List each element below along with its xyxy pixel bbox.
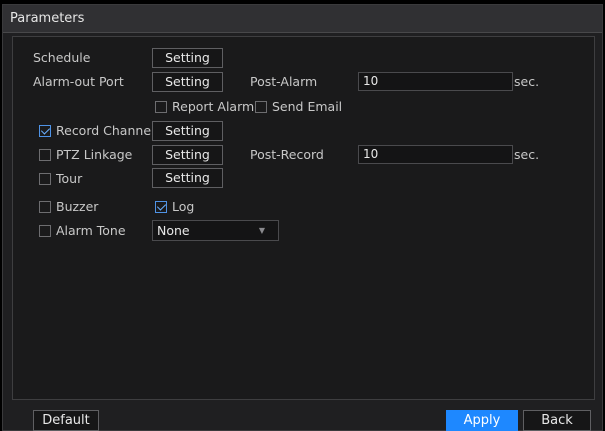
apply-button[interactable]: Apply <box>446 410 518 431</box>
alarm-tone-checkbox[interactable] <box>39 225 51 237</box>
record-channel-label: Record Channel <box>56 123 155 138</box>
ptz-linkage-checkbox[interactable] <box>39 149 51 161</box>
post-record-label: Post-Record <box>250 147 324 162</box>
parameters-panel: Schedule Setting Alarm-out Port Setting … <box>12 36 595 400</box>
log-label: Log <box>172 199 195 214</box>
record-channel-setting-button[interactable]: Setting <box>152 121 223 141</box>
alarm-out-setting-button[interactable]: Setting <box>152 72 223 92</box>
post-alarm-unit: sec. <box>514 74 540 89</box>
send-email-label: Send Email <box>272 99 343 114</box>
back-button[interactable]: Back <box>523 410 591 431</box>
post-alarm-input[interactable]: 10 <box>358 72 513 91</box>
buzzer-label: Buzzer <box>56 199 99 214</box>
record-channel-checkbox[interactable] <box>39 125 51 137</box>
send-email-checkbox[interactable] <box>255 101 267 113</box>
post-alarm-label: Post-Alarm <box>250 74 318 89</box>
tour-label: Tour <box>56 171 83 186</box>
schedule-label: Schedule <box>33 50 91 65</box>
alarm-out-port-label: Alarm-out Port <box>33 74 124 89</box>
buzzer-checkbox[interactable] <box>39 201 51 213</box>
window-title: Parameters <box>10 11 85 26</box>
alarm-tone-label: Alarm Tone <box>56 223 126 238</box>
alarm-tone-value: None <box>157 223 190 238</box>
log-checkbox[interactable] <box>155 201 167 213</box>
alarm-tone-select[interactable]: None ▼ <box>152 220 279 241</box>
ptz-linkage-label: PTZ Linkage <box>56 147 133 162</box>
report-alarm-label: Report Alarm <box>172 99 255 114</box>
report-alarm-checkbox[interactable] <box>155 101 167 113</box>
parameters-window: Parameters Schedule Setting Alarm-out Po… <box>2 4 603 431</box>
tour-setting-button[interactable]: Setting <box>152 168 223 188</box>
dropdown-arrow-icon: ▼ <box>258 226 265 235</box>
tour-checkbox[interactable] <box>39 173 51 185</box>
schedule-setting-button[interactable]: Setting <box>152 48 223 68</box>
default-button[interactable]: Default <box>33 410 99 431</box>
post-record-unit: sec. <box>514 147 540 162</box>
post-record-input[interactable]: 10 <box>358 145 513 164</box>
footer-bar: Default Apply Back <box>3 404 602 431</box>
ptz-linkage-setting-button[interactable]: Setting <box>152 145 223 165</box>
title-bar: Parameters <box>3 5 602 33</box>
